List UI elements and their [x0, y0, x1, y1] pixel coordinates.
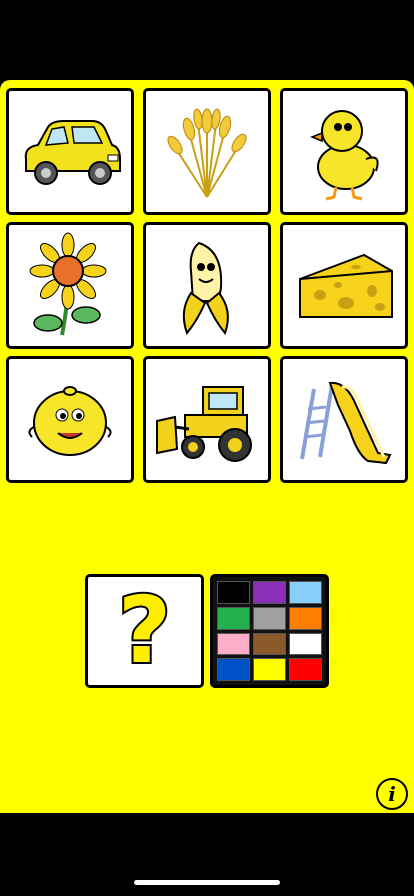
swatch-pink[interactable]	[217, 632, 250, 656]
car-icon	[24, 119, 121, 185]
question-box[interactable]: ?	[85, 574, 204, 688]
tile-banana[interactable]	[143, 222, 271, 349]
swatch-gray[interactable]	[253, 606, 286, 630]
swatch-light-blue[interactable]	[289, 581, 322, 604]
swatch-red[interactable]	[289, 658, 322, 681]
chick-icon	[309, 109, 379, 200]
swatch-yellow[interactable]	[253, 658, 286, 681]
swatch-brown[interactable]	[253, 632, 286, 656]
tile-wheat[interactable]	[143, 88, 271, 215]
tile-car[interactable]	[6, 88, 134, 215]
cheese-icon	[299, 253, 393, 318]
picture-grid	[6, 88, 408, 483]
swatch-green[interactable]	[217, 606, 250, 630]
wheat-icon	[167, 108, 247, 198]
info-button[interactable]: i	[376, 778, 408, 810]
swatch-purple[interactable]	[253, 581, 286, 604]
slide-icon	[300, 381, 392, 464]
question-mark: ?	[116, 577, 173, 684]
tile-sunflower[interactable]	[6, 222, 134, 349]
tile-cheese[interactable]	[280, 222, 408, 349]
tile-bulldozer[interactable]	[143, 356, 271, 483]
color-palette	[210, 574, 329, 688]
sunflower-icon	[29, 232, 107, 335]
tile-chick[interactable]	[280, 88, 408, 215]
swatch-white[interactable]	[289, 632, 322, 656]
lemon-icon	[28, 385, 112, 456]
bulldozer-icon	[156, 385, 252, 462]
tile-lemon[interactable]	[6, 356, 134, 483]
home-indicator[interactable]	[134, 880, 280, 885]
swatch-blue[interactable]	[217, 658, 250, 681]
swatch-black[interactable]	[217, 581, 250, 604]
tile-slide[interactable]	[280, 356, 408, 483]
banana-icon	[182, 241, 229, 335]
info-icon: i	[388, 782, 396, 806]
swatch-orange[interactable]	[289, 606, 322, 630]
